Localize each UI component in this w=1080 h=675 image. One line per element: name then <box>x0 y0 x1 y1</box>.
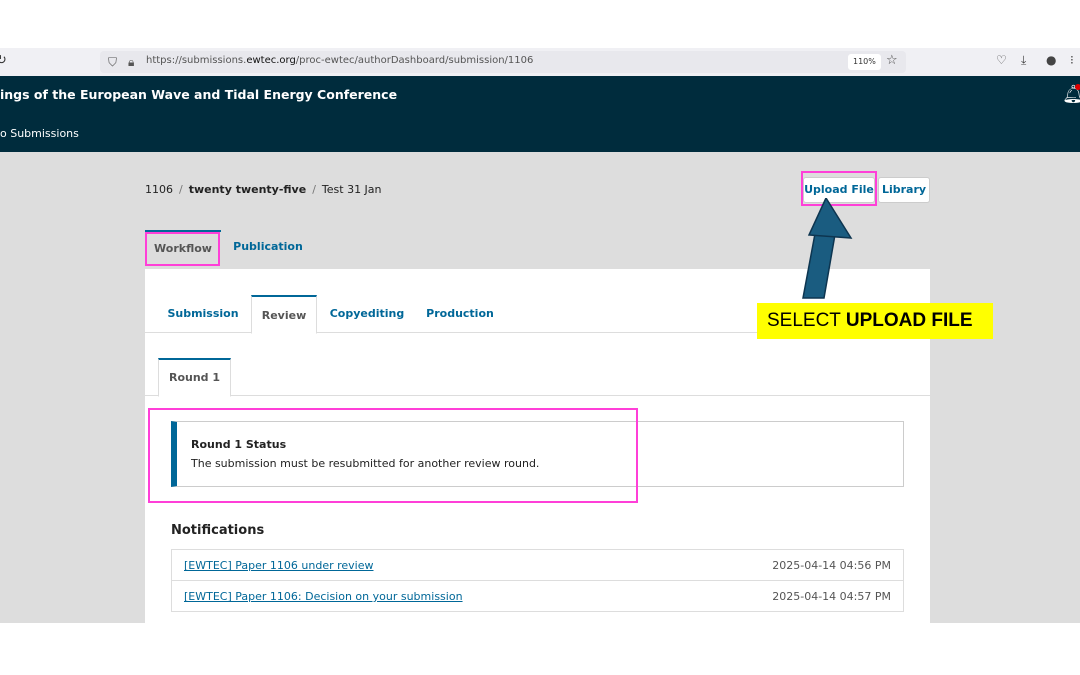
highlight-workflow-tab <box>145 232 220 266</box>
app-header: ings of the European Wave and Tidal Ener… <box>0 76 1080 152</box>
back-to-submissions-link[interactable]: o Submissions <box>0 127 79 140</box>
site-title[interactable]: ings of the European Wave and Tidal Ener… <box>0 87 397 102</box>
tab-production[interactable]: Production <box>421 295 499 333</box>
instruction-callout: SELECT UPLOAD FILE <box>757 303 993 339</box>
tab-submission[interactable]: Submission <box>165 295 241 333</box>
notification-row: [EWTEC] Paper 1106: Decision on your sub… <box>171 580 904 612</box>
pocket-icon[interactable]: ♡ <box>996 53 1007 67</box>
notification-date: 2025-04-14 04:57 PM <box>772 590 891 603</box>
round-tabs: Round 1 <box>145 358 930 397</box>
download-icon[interactable]: ⤓ <box>1021 53 1026 68</box>
tab-copyediting[interactable]: Copyediting <box>327 295 407 333</box>
reload-icon[interactable]: ↻ <box>0 53 7 68</box>
notifications-heading: Notifications <box>171 523 265 538</box>
zoom-level[interactable]: 110% <box>848 54 881 70</box>
notification-link[interactable]: [EWTEC] Paper 1106: Decision on your sub… <box>184 590 463 603</box>
library-button[interactable]: Library <box>878 177 930 203</box>
account-icon[interactable]: ● <box>1046 53 1056 67</box>
url-text[interactable]: https://submissions.ewtec.org/proc-ewtec… <box>146 55 533 66</box>
breadcrumb: 1106 / twenty twenty-five / Test 31 Jan <box>145 183 382 196</box>
notification-link[interactable]: [EWTEC] Paper 1106 under review <box>184 559 374 572</box>
breadcrumb-separator: / <box>312 183 316 196</box>
shield-icon[interactable]: ⛉ <box>108 55 117 70</box>
bookmark-star-icon[interactable]: ☆ <box>886 53 898 68</box>
browser-toolbar: ↻ ⛉ 🔒︎ https://submissions.ewtec.org/pro… <box>0 48 1080 76</box>
tab-round-1[interactable]: Round 1 <box>158 358 231 397</box>
lock-icon[interactable]: 🔒︎ <box>128 55 134 70</box>
submission-series: twenty twenty-five <box>188 183 307 196</box>
tab-review[interactable]: Review <box>251 295 317 334</box>
address-bar[interactable]: ⛉ 🔒︎ https://submissions.ewtec.org/proc-… <box>100 51 906 73</box>
extensions-icon[interactable]: ⁝ <box>1070 53 1074 67</box>
submission-id: 1106 <box>145 183 173 196</box>
highlight-round-status <box>148 408 638 503</box>
pointer-arrow-icon <box>802 198 853 299</box>
screenshot-frame: ↻ ⛉ 🔒︎ https://submissions.ewtec.org/pro… <box>0 48 1080 623</box>
notification-date: 2025-04-14 04:56 PM <box>772 559 891 572</box>
tab-publication[interactable]: Publication <box>228 230 308 264</box>
submission-title: Test 31 Jan <box>321 183 382 196</box>
breadcrumb-separator: / <box>179 183 183 196</box>
notification-badge <box>1075 84 1080 90</box>
notification-row: [EWTEC] Paper 1106 under review 2025-04-… <box>171 549 904 581</box>
